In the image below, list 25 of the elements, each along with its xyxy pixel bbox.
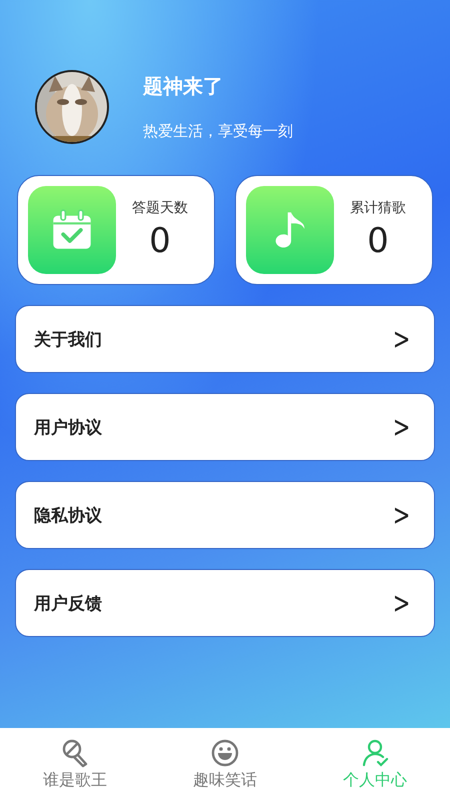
chevron-icon: > (392, 498, 410, 532)
microphone-icon (60, 738, 90, 768)
chevron-icon: > (392, 410, 410, 444)
chevron-icon: > (392, 586, 410, 620)
stat-value: 0 (367, 221, 389, 261)
smiley-icon (210, 738, 240, 768)
menu-item[interactable]: 隐私协议 > (15, 481, 435, 549)
tab[interactable]: 谁是歌王 (0, 728, 150, 800)
chevron-icon: > (392, 322, 410, 356)
menu-label: 隐私协议 (34, 504, 102, 526)
user-name: 题神来了 (143, 73, 224, 100)
menu-label: 用户协议 (34, 416, 102, 438)
stat-value: 0 (149, 221, 171, 261)
menu-item[interactable]: 关于我们 > (15, 305, 435, 373)
menu-label: 关于我们 (34, 328, 102, 350)
stat-label: 累计猜歌 (350, 199, 406, 217)
menu-item[interactable]: 用户协议 > (15, 393, 435, 461)
calendar-check-icon (28, 186, 116, 274)
stat-label: 答题天数 (132, 199, 188, 217)
user-motto: 热爱生活，享受每一刻 (143, 122, 293, 141)
menu-item[interactable]: 用户反馈 > (15, 569, 435, 637)
menu-label: 用户反馈 (34, 592, 102, 614)
user-icon (360, 738, 390, 768)
music-note-icon (246, 186, 334, 274)
tab[interactable]: 趣味笑话 (150, 728, 300, 800)
